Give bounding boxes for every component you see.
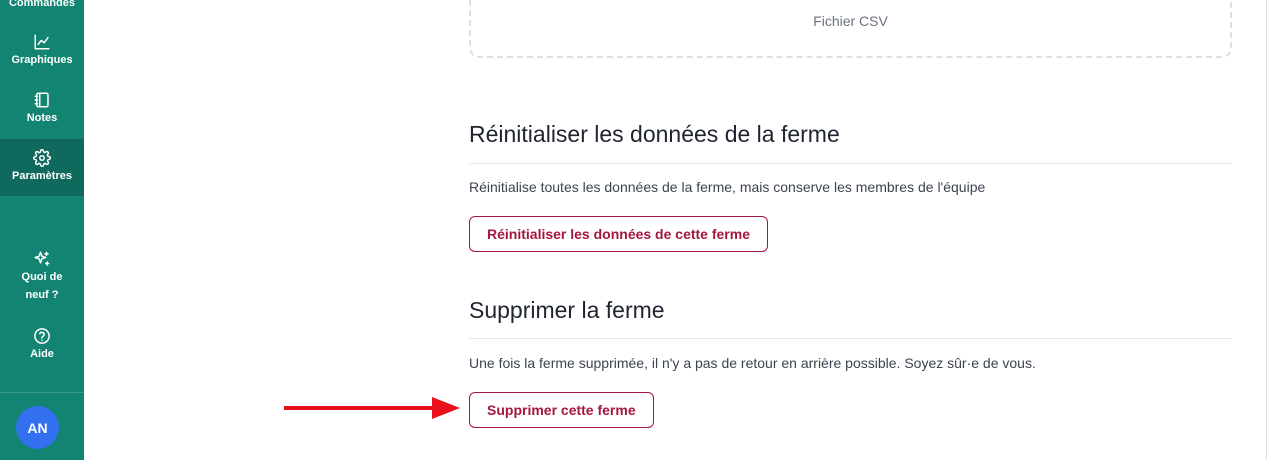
reset-farm-title: Réinitialiser les données de la ferme: [469, 121, 840, 147]
delete-farm-button[interactable]: Supprimer cette ferme: [469, 392, 654, 428]
sidebar-item-quoi-de-neuf[interactable]: Quoi de neuf ?: [0, 250, 84, 310]
csv-dropzone[interactable]: Fichier CSV: [469, 0, 1232, 58]
sidebar: Commandes Graphiques Notes Paramètres Qu…: [0, 0, 84, 460]
sidebar-item-graphiques[interactable]: Graphiques: [0, 33, 84, 83]
section-divider: [469, 338, 1232, 339]
sparkles-icon: [33, 250, 51, 268]
csv-dropzone-label: Fichier CSV: [813, 13, 888, 29]
gear-icon: [33, 149, 51, 167]
sidebar-item-label: Quoi de: [21, 271, 63, 283]
reset-farm-description: Réinitialise toutes les données de la fe…: [469, 179, 986, 195]
avatar[interactable]: AN: [16, 406, 59, 449]
delete-farm-description: Une fois la ferme supprimée, il n'y a pa…: [469, 355, 1036, 371]
sidebar-item-label: Paramètres: [12, 170, 72, 182]
sidebar-item-label: Notes: [26, 112, 58, 124]
delete-farm-title: Supprimer la ferme: [469, 297, 665, 323]
reset-farm-button[interactable]: Réinitialiser les données de cette ferme: [469, 216, 768, 252]
notebook-icon: [33, 91, 51, 109]
sidebar-item-label: neuf ?: [25, 289, 59, 301]
sidebar-item-aide[interactable]: Aide: [0, 327, 84, 377]
sidebar-item-label: Aide: [30, 348, 54, 360]
annotation-arrow-icon: [284, 397, 460, 419]
help-circle-icon: [33, 327, 51, 345]
scrollbar-track[interactable]: [1266, 0, 1267, 460]
sidebar-divider: [0, 392, 84, 393]
sidebar-item-notes[interactable]: Notes: [0, 91, 84, 141]
sidebar-item-label: Commandes: [8, 0, 76, 9]
section-divider: [469, 163, 1232, 164]
sidebar-item-commandes[interactable]: Commandes: [0, 0, 84, 14]
sidebar-item-parametres[interactable]: Paramètres: [0, 139, 84, 196]
sidebar-item-label: Graphiques: [11, 54, 73, 66]
chart-line-icon: [33, 33, 51, 51]
